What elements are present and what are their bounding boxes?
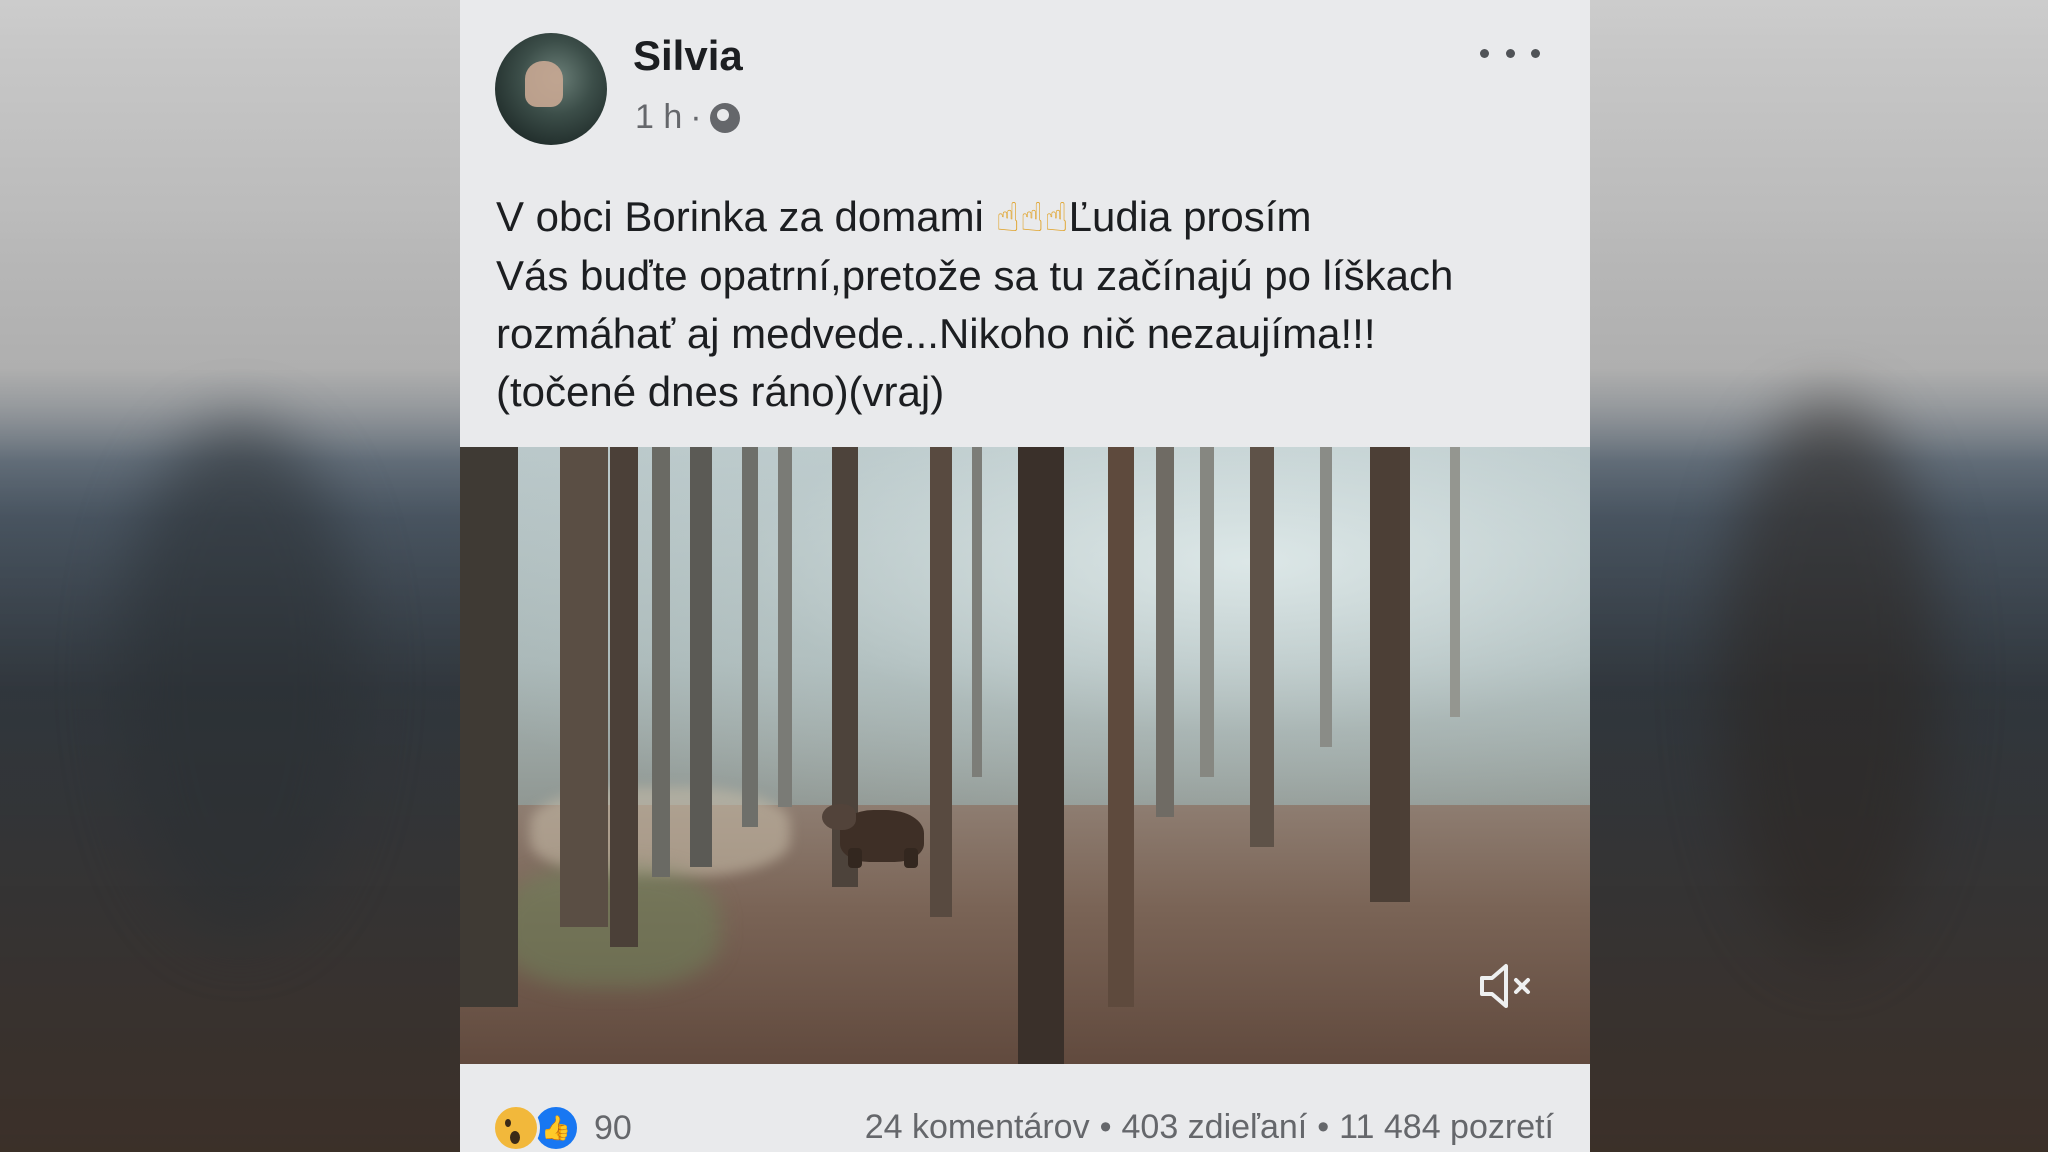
video-tree bbox=[1450, 447, 1460, 717]
video-tree bbox=[1108, 447, 1134, 1007]
post-text-line: (točené dnes ráno)(vraj) bbox=[496, 368, 945, 415]
video-tree bbox=[1156, 447, 1174, 817]
post-text-line: V obci Borinka za domami ☝☝☝Ľudia prosím bbox=[496, 188, 1556, 247]
post-text-line: Vás buďte opatrní,pretože sa tu začínajú… bbox=[496, 252, 1454, 299]
video-tree bbox=[1200, 447, 1214, 777]
video-tree bbox=[460, 447, 518, 1007]
meta-separator: · bbox=[690, 98, 702, 136]
bear bbox=[822, 802, 932, 870]
video-tree bbox=[1370, 447, 1410, 902]
avatar-photo bbox=[525, 61, 563, 107]
globe-icon bbox=[709, 102, 740, 133]
author-name[interactable]: Silvia bbox=[633, 32, 743, 80]
more-options-icon[interactable] bbox=[1480, 38, 1540, 68]
video-tree bbox=[1250, 447, 1274, 847]
post-footer: 👍 90 24 komentárov • 403 zdieľaní • 11 484 p… bbox=[460, 1064, 1590, 1152]
avatar[interactable] bbox=[495, 33, 607, 145]
video-tree bbox=[1320, 447, 1332, 747]
post-text-line: rozmáhať aj medvede...Nikoho nič nezaují… bbox=[496, 310, 1376, 357]
post-time[interactable]: 1 h bbox=[635, 98, 682, 137]
facebook-post-card: Silvia 1 h · V obci Borinka za domami ☝☝… bbox=[460, 0, 1590, 1152]
post-header: Silvia 1 h · bbox=[460, 0, 1590, 150]
post-text-segment: V obci Borinka za domami bbox=[496, 193, 996, 240]
views-count: 11 484 pozretí bbox=[1339, 1108, 1554, 1146]
video-tree bbox=[972, 447, 982, 777]
background-blur-shape bbox=[1720, 400, 1940, 960]
stats-separator: • bbox=[1099, 1108, 1112, 1146]
comments-count[interactable]: 24 komentárov bbox=[865, 1108, 1090, 1146]
post-video[interactable] bbox=[460, 447, 1590, 1064]
video-tree bbox=[1018, 447, 1064, 1064]
reaction-count: 90 bbox=[594, 1108, 632, 1147]
post-stats: 24 komentárov • 403 zdieľaní • 11 484 pozret… bbox=[865, 1108, 1554, 1147]
video-tree bbox=[778, 447, 792, 807]
pointing-up-emoji-icon: ☝☝☝ bbox=[995, 196, 1069, 240]
video-tree bbox=[652, 447, 670, 877]
video-tree bbox=[610, 447, 638, 947]
video-tree bbox=[690, 447, 712, 867]
wow-reaction-icon bbox=[492, 1104, 540, 1152]
video-tree bbox=[930, 447, 952, 917]
post-text-segment: Ľudia prosím bbox=[1068, 193, 1312, 240]
video-tree bbox=[560, 447, 608, 927]
muted-speaker-icon[interactable] bbox=[1476, 958, 1536, 1014]
background-blur-shape bbox=[120, 420, 360, 940]
video-tree bbox=[742, 447, 758, 827]
reactions-summary[interactable]: 👍 90 bbox=[492, 1104, 632, 1152]
shares-count[interactable]: 403 zdieľaní bbox=[1122, 1108, 1308, 1146]
post-text: V obci Borinka za domami ☝☝☝Ľudia prosím… bbox=[496, 188, 1556, 421]
stats-separator: • bbox=[1317, 1108, 1330, 1146]
post-meta: 1 h · bbox=[635, 98, 740, 137]
